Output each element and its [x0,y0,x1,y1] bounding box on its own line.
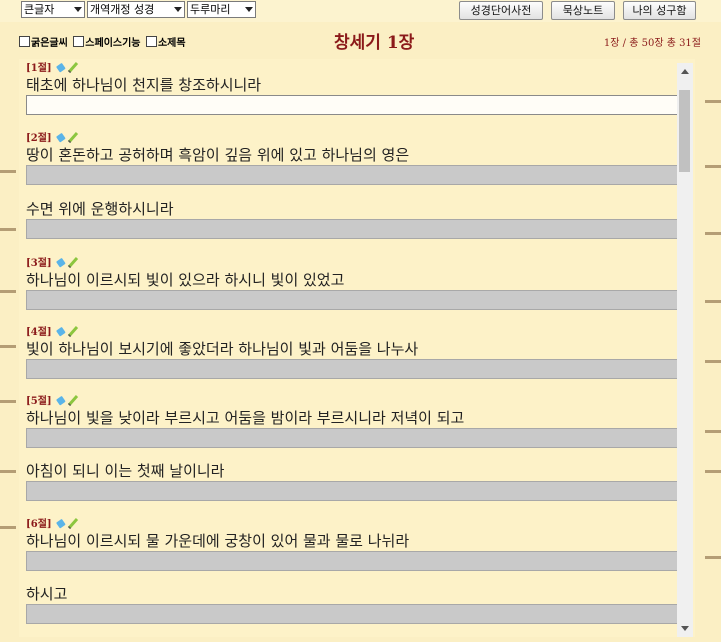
bold-option-label: 굵은글씨 [31,38,68,49]
verse-item: [6절] 하나님이 이르시되 물 가운데에 궁창이 있어 물과 물로 나뉘라 [26,517,678,571]
verse-continuation: 아침이 되니 이는 첫째 날이니라 [26,461,678,501]
top-toolbar: 큰글자 개역개정 성경 두루마리 성경단어사전 묵상노트 나의 성구함 [0,0,721,22]
verse-label: [4절] [26,327,52,338]
verse-item: [1절] 태초에 하나님이 천지를 창조하시니라 [26,61,678,115]
scroll-down-arrow-icon[interactable] [681,626,689,631]
verse-text: 하나님이 이르시되 물 가운데에 궁창이 있어 물과 물로 나뉘라 [26,532,410,550]
subtitle-checkbox[interactable] [145,36,157,47]
verse-answer-input[interactable] [26,219,678,239]
verse-text: 빛이 하나님이 보시기에 좋았더라 하나님이 빛과 어둠을 나누사 [26,340,419,358]
version-select-value: 개역개정 성경 [90,3,155,16]
verse-item: [4절] 빛이 하나님이 보시기에 좋았더라 하나님이 빛과 어둠을 나누사 [26,325,678,379]
verse-text: 수면 위에 운행하시니라 [26,200,174,218]
space-option[interactable]: 스페이스기능 [73,34,141,49]
verse-text: 하나님이 빛을 낮이라 부르시고 어둠을 밤이라 부르시니라 저녁이 되고 [26,409,465,427]
verse-answer-input[interactable] [26,359,678,379]
verse-item: [3절] 하나님이 이르시되 빛이 있으라 하시니 빛이 있었고 [26,256,678,310]
chevron-down-icon [74,7,82,12]
verse-text: 아침이 되니 이는 첫째 날이니라 [26,462,225,480]
meditation-note-button[interactable]: 묵상노트 [551,1,615,20]
bold-option[interactable]: 굵은글씨 [19,34,68,49]
verse-label: [3절] [26,258,52,269]
verse-text: 하나님이 이르시되 빛이 있으라 하시니 빛이 있었고 [26,271,345,289]
space-option-label: 스페이스기능 [85,38,141,49]
verse-panel: [1절] 태초에 하나님이 천지를 창조하시니라 [2절] 땅이 혼돈하고 공허… [19,59,695,637]
verse-label: [6절] [26,519,52,530]
scroll-mode-select[interactable]: 두루마리 [187,1,256,18]
chapter-stats: 1장 / 총 50장 총 31절 [603,38,701,49]
verse-text: 땅이 혼돈하고 공허하며 흑암이 깊음 위에 있고 하나님의 영은 [26,146,410,164]
verse-answer-input[interactable] [26,95,678,115]
display-options: 굵은글씨 스페이스기능 소제목 [19,34,188,49]
scroll-mode-select-value: 두루마리 [190,3,231,16]
verse-continuation: 하시고 [26,584,678,624]
dictionary-button[interactable]: 성경단어사전 [459,1,543,20]
font-size-select[interactable]: 큰글자 [21,1,85,18]
page-title: 창세기 1장 [334,33,415,53]
verse-answer-input[interactable] [26,165,678,185]
space-checkbox[interactable] [73,36,85,47]
font-size-select-value: 큰글자 [24,3,55,16]
verse-label: [5절] [26,396,52,407]
scrollbar-thumb[interactable] [679,90,690,172]
version-select[interactable]: 개역개정 성경 [87,1,185,18]
verse-item: [5절] 하나님이 빛을 낮이라 부르시고 어둠을 밤이라 부르시니라 저녁이 … [26,394,678,448]
vertical-scrollbar[interactable] [677,63,693,637]
verse-label: [2절] [26,133,52,144]
verse-label: [1절] [26,63,52,74]
bold-checkbox[interactable] [19,36,30,47]
verse-continuation: 수면 위에 운행하시니라 [26,199,678,239]
verse-answer-input[interactable] [26,290,678,310]
verse-answer-input[interactable] [26,481,678,501]
chevron-down-icon [245,7,253,12]
subtitle-option-label: 소제목 [157,38,186,49]
verse-text: 태초에 하나님이 천지를 창조하시니라 [26,76,262,94]
subtitle-option[interactable]: 소제목 [145,34,186,49]
verse-answer-input[interactable] [26,551,678,571]
verse-text: 하시고 [26,585,68,603]
verse-answer-input[interactable] [26,604,678,624]
verse-item: [2절] 땅이 혼돈하고 공허하며 흑암이 깊음 위에 있고 하나님의 영은 [26,131,678,185]
chevron-down-icon [174,7,182,12]
scroll-up-arrow-icon[interactable] [681,69,689,74]
verse-answer-input[interactable] [26,428,678,448]
my-verses-button[interactable]: 나의 성구함 [623,1,696,20]
